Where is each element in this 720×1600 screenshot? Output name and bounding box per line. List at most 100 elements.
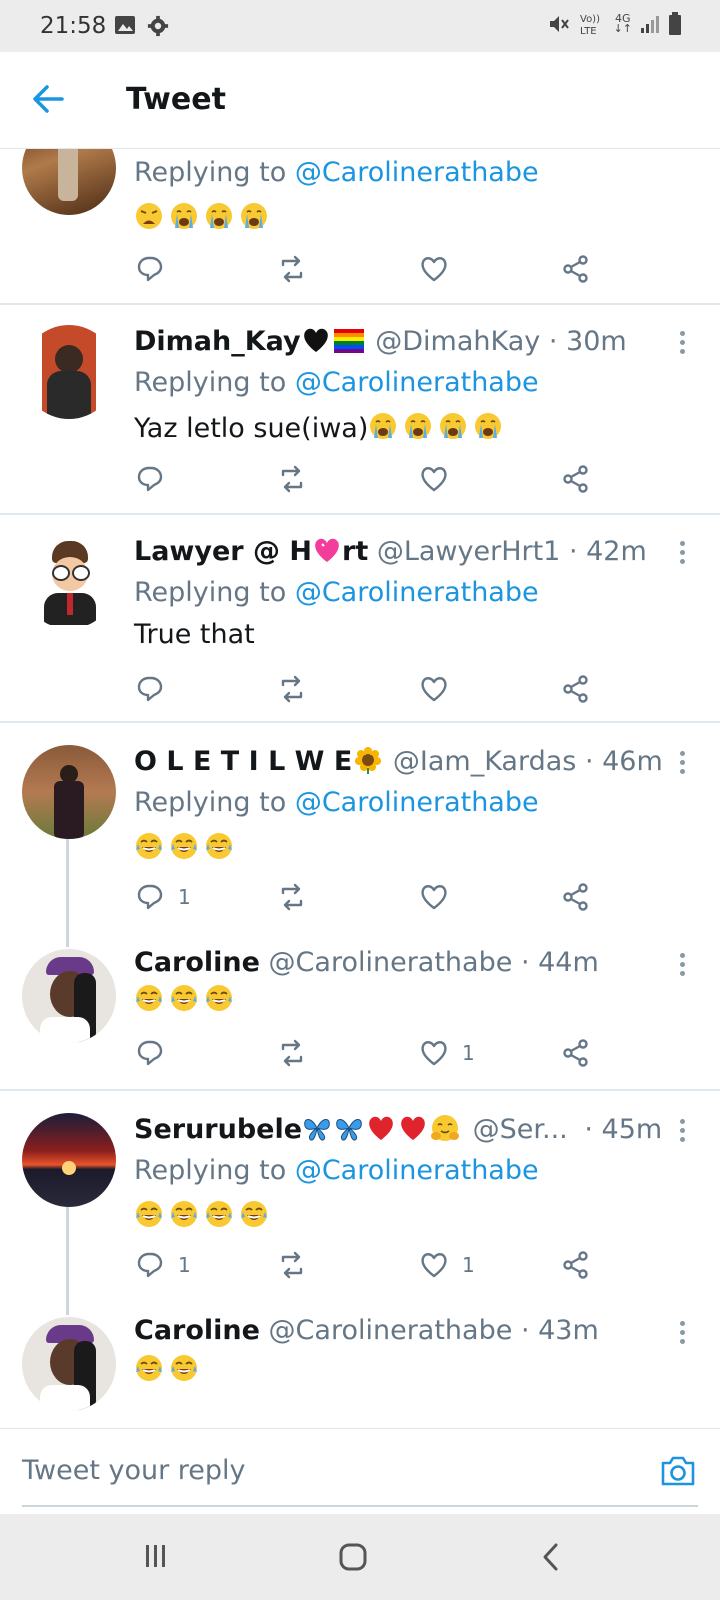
avatar[interactable] [22, 949, 116, 1043]
like-count: 1 [462, 1253, 475, 1277]
like-icon[interactable] [420, 675, 448, 703]
tweet-actions: 1 1 [0, 1251, 720, 1281]
avatar[interactable] [22, 535, 116, 629]
pink-heart-emoji [314, 537, 340, 563]
mute-icon [549, 16, 569, 32]
laughing-emojis [135, 1354, 198, 1382]
tweet-header: Lawyer @ H rt @LawyerHrt1 · 42m [134, 535, 647, 567]
like-icon[interactable] [420, 465, 448, 493]
tweet-header: Serurubele @Ser... · 45m [134, 1113, 662, 1145]
avatar[interactable] [22, 149, 116, 215]
camera-icon[interactable] [660, 1455, 696, 1487]
replying-label: Replying to [134, 1155, 287, 1186]
tweet-6[interactable]: Caroline @Carolinerathabe · 43m [0, 1297, 720, 1429]
tweet-5[interactable]: Serurubele @Ser... · 45m Replying to @Ca… [0, 1091, 720, 1295]
reply-icon[interactable] [136, 465, 164, 493]
tweet-actions: 1 [0, 1039, 720, 1069]
gallery-icon [115, 16, 135, 34]
reply-composer: Tweet your reply [0, 1428, 720, 1515]
more-vertical-icon[interactable] [680, 1321, 686, 1348]
avatar[interactable] [22, 325, 116, 419]
reply-input[interactable]: Tweet your reply [22, 1455, 246, 1486]
reply-icon[interactable] [136, 883, 164, 911]
retweet-icon[interactable] [278, 883, 306, 911]
reply-icon[interactable] [136, 255, 164, 283]
tweet-1[interactable]: Dimah_Kay @DimahKay · 30m Replying to @C… [0, 305, 720, 513]
user-handle[interactable]: @LawyerHrt1 [377, 536, 561, 567]
more-vertical-icon[interactable] [680, 1119, 686, 1146]
share-icon[interactable] [562, 1039, 590, 1067]
like-icon[interactable] [420, 883, 448, 911]
reply-icon[interactable] [136, 675, 164, 703]
laughing-emojis [135, 832, 233, 860]
retweet-icon[interactable] [278, 1251, 306, 1279]
tweet-4[interactable]: Caroline @Carolinerathabe · 44m 1 [0, 929, 720, 1089]
user-handle[interactable]: @Carolinerathabe [269, 947, 513, 978]
like-action[interactable]: 1 [420, 1251, 475, 1279]
display-name[interactable]: Caroline [134, 947, 260, 978]
like-icon[interactable] [420, 1251, 448, 1279]
share-icon[interactable] [562, 675, 590, 703]
tweet-text: Yaz letlo sue(iwa) [134, 409, 508, 444]
share-icon[interactable] [562, 465, 590, 493]
tweet-actions [0, 465, 720, 495]
mention-link[interactable]: @Carolinerathabe [295, 787, 539, 818]
heart-rainbow-emojis [303, 328, 364, 353]
retweet-icon[interactable] [278, 1039, 306, 1067]
tweet-text [134, 199, 274, 240]
display-name[interactable]: O L E T I L W E [134, 746, 352, 777]
arrow-left-icon[interactable] [32, 84, 64, 114]
tweet-2[interactable]: Lawyer @ H rt @LawyerHrt1 · 42m Replying … [0, 515, 720, 721]
share-icon[interactable] [562, 883, 590, 911]
recent-apps-icon[interactable] [142, 1542, 170, 1570]
user-handle[interactable]: @DimahKay [375, 326, 540, 357]
replying-label: Replying to [134, 787, 287, 818]
more-vertical-icon[interactable] [680, 953, 686, 980]
user-handle[interactable]: @Carolinerathabe [269, 1315, 513, 1346]
display-name[interactable]: Caroline [134, 1315, 260, 1346]
back-nav-icon[interactable] [540, 1542, 562, 1572]
retweet-icon[interactable] [278, 465, 306, 493]
status-bar: 21:58 Vo)) LTE 4G ↓↑ [0, 0, 720, 52]
mention-link[interactable]: @Carolinerathabe [295, 157, 539, 188]
like-icon[interactable] [420, 255, 448, 283]
display-name[interactable]: Dimah_Kay [134, 326, 301, 357]
mention-link[interactable]: @Carolinerathabe [295, 577, 539, 608]
avatar[interactable] [22, 745, 116, 839]
like-action[interactable]: 1 [420, 1039, 475, 1067]
reply-count: 1 [178, 1253, 191, 1277]
tweet-header: O L E T I L W E @Iam_Kardas · 46m [134, 745, 663, 777]
tweet-actions [0, 675, 720, 705]
reply-action[interactable]: 1 [136, 883, 191, 911]
retweet-icon[interactable] [278, 675, 306, 703]
more-vertical-icon[interactable] [680, 331, 686, 358]
reply-icon[interactable] [136, 1039, 164, 1067]
app-header: Tweet [0, 52, 720, 149]
tweet-0[interactable]: Replying to @Carolinerathabe [0, 149, 720, 303]
tweet-text-content: Yaz letlo sue(iwa) [134, 413, 369, 444]
more-vertical-icon[interactable] [680, 751, 686, 778]
share-icon[interactable] [562, 1251, 590, 1279]
reply-icon[interactable] [136, 1251, 164, 1279]
user-handle[interactable]: @Ser... [473, 1114, 568, 1145]
share-icon[interactable] [562, 255, 590, 283]
tweet-3[interactable]: O L E T I L W E @Iam_Kardas · 46m Replyi… [0, 723, 720, 927]
system-nav-bar [0, 1514, 720, 1600]
like-icon[interactable] [420, 1039, 448, 1067]
mention-link[interactable]: @Carolinerathabe [295, 367, 539, 398]
display-name[interactable]: Serurubele [134, 1114, 302, 1145]
avatar[interactable] [22, 1317, 116, 1411]
page-title: Tweet [126, 82, 226, 117]
retweet-icon[interactable] [278, 255, 306, 283]
mention-link[interactable]: @Carolinerathabe [295, 1155, 539, 1186]
home-icon[interactable] [338, 1542, 368, 1572]
laughing-emojis [135, 1200, 268, 1228]
reply-action[interactable]: 1 [136, 1251, 191, 1279]
display-name[interactable]: Lawyer @ H [134, 536, 312, 567]
more-vertical-icon[interactable] [680, 541, 686, 568]
input-underline [22, 1505, 698, 1507]
replying-label: Replying to [134, 157, 287, 188]
user-handle[interactable]: @Iam_Kardas [393, 746, 576, 777]
display-name-suffix[interactable]: rt [342, 536, 368, 567]
avatar[interactable] [22, 1113, 116, 1207]
